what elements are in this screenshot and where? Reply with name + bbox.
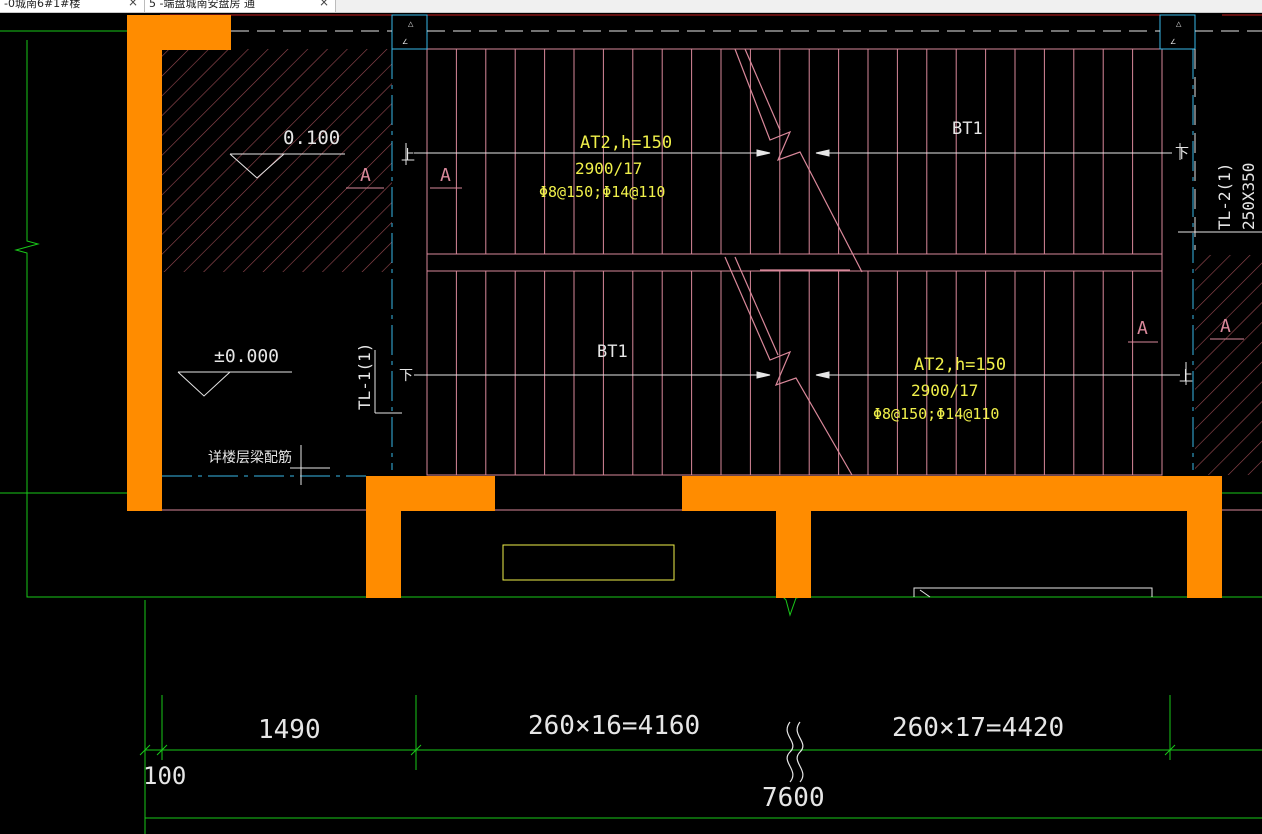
flight-at2-steps: 2900/17	[575, 159, 642, 178]
beam-tl1-marker	[374, 350, 402, 414]
column-marker-text: △ ∠ △ ∠	[402, 20, 1182, 46]
dimension-4160: 260×16=4160	[528, 711, 700, 741]
flight-at2-label: AT2,h=150	[914, 355, 1006, 375]
wall-bottom	[366, 476, 1222, 598]
svg-text:△: △	[1176, 20, 1182, 28]
beam-tl2-size: 250X350	[1239, 163, 1258, 230]
tread-lines	[455, 49, 1134, 475]
elevation-upper-label: 0.100	[283, 127, 340, 149]
beam-note: 详楼层梁配筋	[208, 449, 292, 466]
note-leader	[290, 445, 330, 485]
hatched-landing-right	[1195, 255, 1262, 475]
flight-arrow-lower	[414, 362, 1187, 385]
flight-at2-label: AT2,h=150	[580, 133, 672, 153]
svg-text:△: △	[408, 20, 414, 28]
close-icon[interactable]: ×	[128, 0, 138, 8]
close-icon[interactable]: ×	[319, 0, 329, 8]
arrow-down-label: 下	[1175, 146, 1189, 162]
section-marks	[346, 187, 1244, 343]
section-mark-a: A	[440, 165, 451, 186]
elevation-lower-label: ±0.000	[214, 346, 279, 367]
dimension-4420: 260×17=4420	[892, 713, 1064, 743]
section-mark-a: A	[1220, 316, 1231, 337]
tab-label: -0城南6#1#楼	[4, 0, 81, 10]
beam-tl1-label: TL-1(1)	[355, 343, 374, 410]
flight-at2-rebar: Φ8@150;Φ14@110	[539, 183, 665, 201]
section-mark-a: A	[1137, 318, 1148, 339]
arrow-up-label: 上	[401, 148, 415, 164]
flight-bt1-label: BT1	[952, 119, 983, 139]
flight-at2-steps: 2900/17	[911, 381, 978, 400]
dimension-1490: 1490	[258, 715, 321, 745]
tab-label: 5 -端盘城南安盘房 通	[149, 0, 255, 10]
stair-break-lines	[724, 48, 863, 476]
tab-drawing-2[interactable]: 5 -端盘城南安盘房 通 ×	[145, 0, 336, 12]
arrow-down-label: 下	[399, 368, 413, 384]
dimension-100: 100	[143, 762, 186, 790]
arrow-up-label: 上	[1179, 369, 1193, 385]
opening-rect	[502, 544, 675, 581]
flight-at2-rebar: Φ8@150;Φ14@110	[873, 405, 999, 423]
tab-drawing-1[interactable]: -0城南6#1#楼 ×	[0, 0, 145, 12]
svg-text:∠: ∠	[1170, 38, 1176, 46]
dimension-break-symbol	[786, 721, 804, 783]
beam-tl2-label: TL-2(1)	[1215, 163, 1234, 230]
elevation-mark-lower	[177, 371, 292, 397]
svg-text:∠: ∠	[402, 38, 408, 46]
cad-drawing-canvas[interactable]: △ ∠ △ ∠ 0.100 ±0.000 A A A A 上 下 下 上 AT2,h…	[0, 12, 1262, 834]
dimension-total-7600: 7600	[762, 783, 825, 813]
flight-bt1-label: BT1	[597, 342, 628, 362]
section-mark-a: A	[360, 165, 371, 186]
opening-rect-2	[913, 587, 1153, 597]
